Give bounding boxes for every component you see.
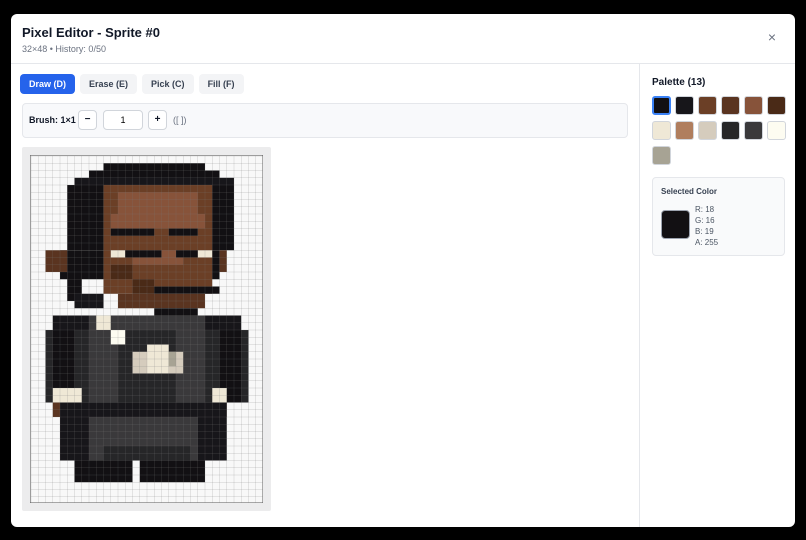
selected-color-values: R: 18 G: 16 B: 19 A: 255	[695, 204, 718, 248]
palette-swatch[interactable]	[767, 121, 786, 140]
selected-color-swatch	[661, 210, 690, 239]
fill-tool-button[interactable]: Fill (F)	[198, 74, 244, 94]
palette-swatch[interactable]	[698, 96, 717, 115]
green-value: G: 16	[695, 216, 715, 225]
close-button[interactable]: ×	[765, 30, 779, 44]
sprite-pixel	[176, 250, 198, 258]
erase-tool-button[interactable]: Erase (E)	[80, 74, 138, 94]
selected-color-panel: Selected Color R: 18 G: 16 B: 19 A: 255	[652, 177, 785, 256]
draw-tool-button[interactable]: Draw (D)	[20, 74, 76, 94]
brush-decrease-button[interactable]: −	[78, 110, 97, 130]
palette-swatch[interactable]	[767, 96, 786, 115]
palette-swatch[interactable]	[698, 121, 717, 140]
pick-tool-button[interactable]: Pick (C)	[142, 74, 194, 94]
modal-title: Pixel Editor - Sprite #0	[22, 25, 160, 40]
modal-subtitle: 32×48 • History: 0/50	[22, 44, 106, 54]
sprite-pixel	[125, 250, 162, 258]
sprite-pixel	[139, 460, 205, 483]
palette-swatch[interactable]	[652, 146, 671, 165]
sprite-pixel	[118, 192, 198, 214]
tool-bar: Draw (D) Erase (E) Pick (C) Fill (F)	[20, 74, 244, 94]
brush-increase-button[interactable]: +	[148, 110, 167, 130]
alpha-value: A: 255	[695, 238, 719, 247]
brush-shortcut-hint: ([ ])	[173, 115, 187, 125]
palette-swatch[interactable]	[744, 96, 763, 115]
red-value: R: 18	[695, 205, 715, 214]
sprite-pixel	[219, 250, 227, 272]
palette-swatch[interactable]	[652, 121, 671, 140]
editor-main: Draw (D) Erase (E) Pick (C) Fill (F) Bru…	[11, 64, 639, 527]
palette-swatch[interactable]	[652, 96, 671, 115]
canvas-container	[22, 147, 271, 511]
modal-header: Pixel Editor - Sprite #0 32×48 • History…	[11, 14, 795, 64]
sprite-pixel	[45, 250, 68, 272]
selected-color-title: Selected Color	[661, 187, 718, 196]
brush-size-input[interactable]	[103, 110, 143, 130]
palette-swatch[interactable]	[721, 96, 740, 115]
brush-size-bar: Brush: 1×1 − + ([ ])	[22, 103, 628, 138]
brush-size-label: Brush: 1×1	[29, 115, 76, 125]
pixel-editor-modal: Pixel Editor - Sprite #0 32×48 • History…	[11, 14, 795, 527]
palette-swatch[interactable]	[744, 121, 763, 140]
palette-swatch[interactable]	[721, 121, 740, 140]
palette-sidebar: Palette (13) Selected Color R: 18 G: 16 …	[639, 64, 795, 527]
sprite-canvas[interactable]	[30, 155, 263, 503]
blue-value: B: 19	[695, 227, 714, 236]
palette-swatch[interactable]	[675, 96, 694, 115]
palette-title: Palette (13)	[652, 77, 706, 88]
palette-swatch[interactable]	[675, 121, 694, 140]
